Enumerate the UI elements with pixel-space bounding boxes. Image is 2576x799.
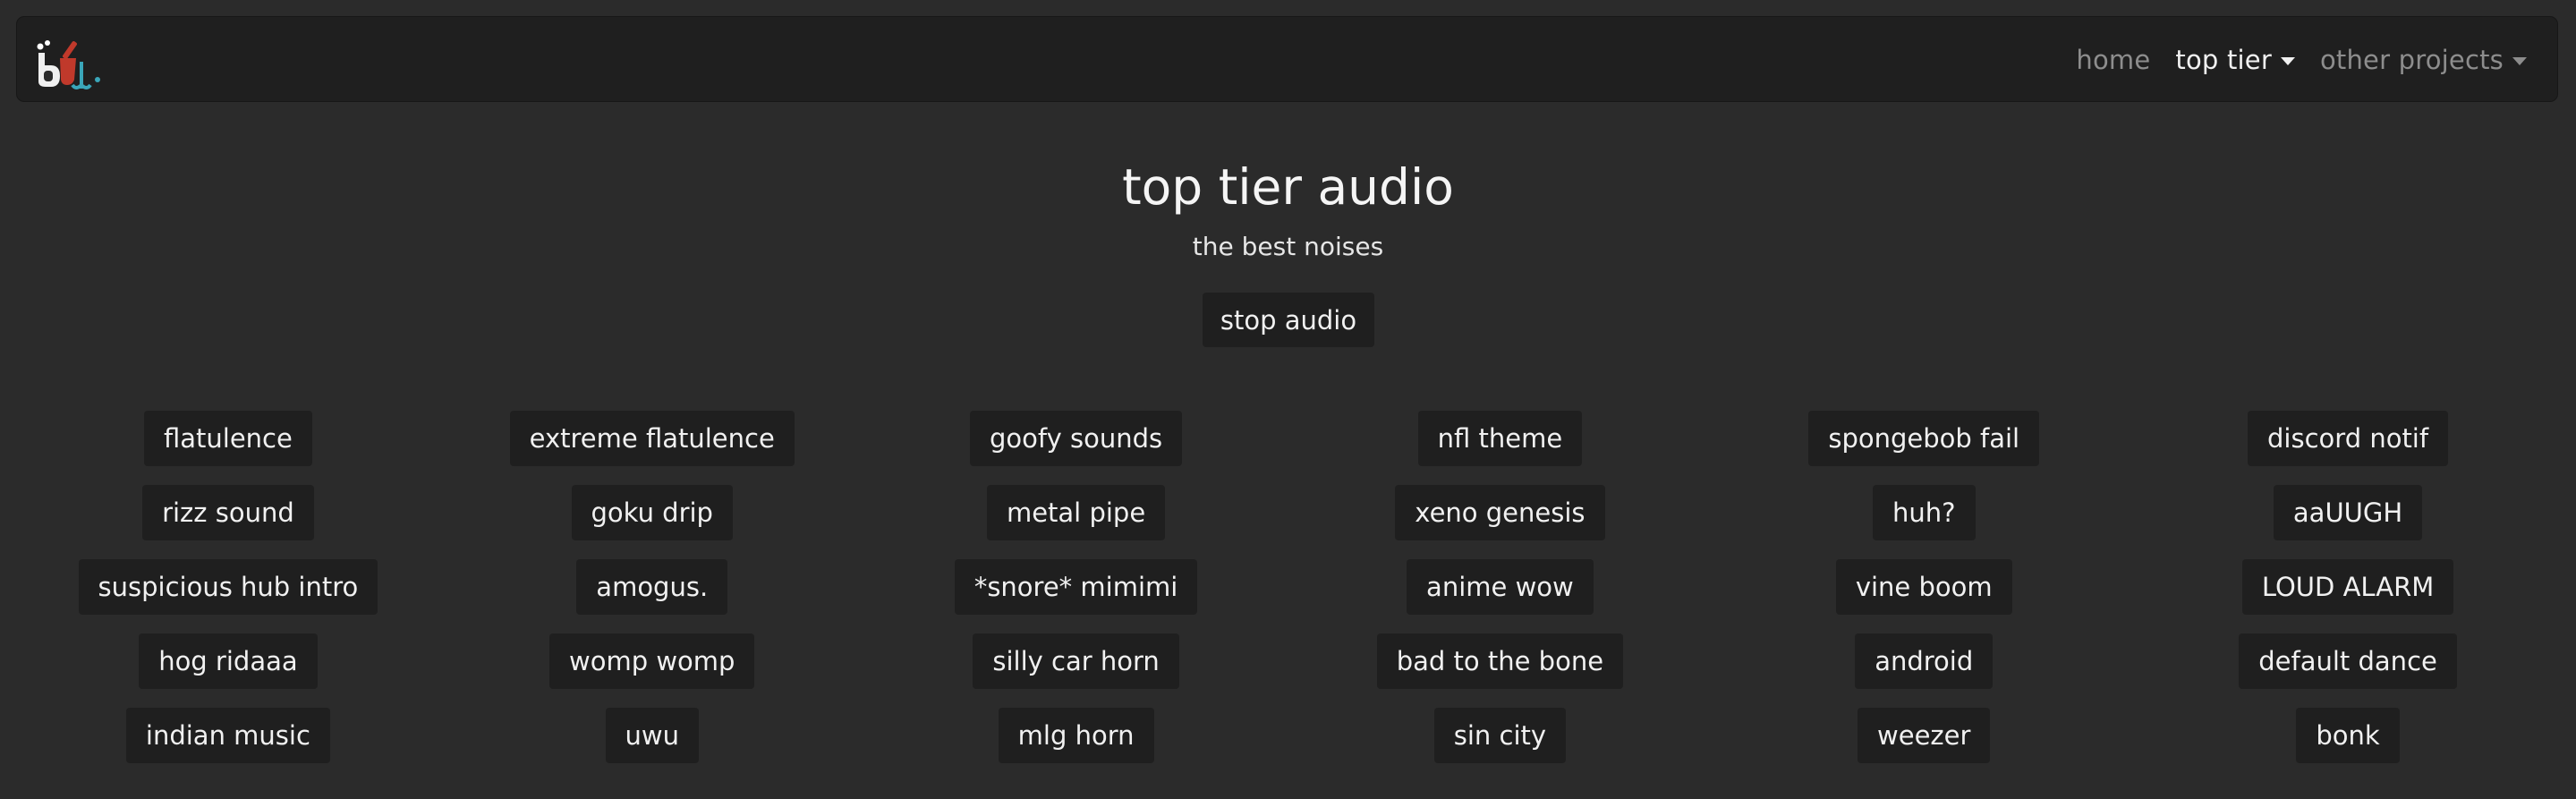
sound-button[interactable]: *snore* mimimi [954, 559, 1198, 615]
sound-button[interactable]: goku drip [571, 485, 733, 540]
sound-row: suspicious hub intro amogus. *snore* mim… [16, 559, 2560, 633]
sound-row: flatulence extreme flatulence goofy soun… [16, 411, 2560, 485]
sound-button[interactable]: xeno genesis [1395, 485, 1605, 540]
page-subtitle: the best noises [1192, 232, 1384, 261]
sound-grid: flatulence extreme flatulence goofy soun… [16, 411, 2560, 782]
nav-links: home top tier other projects [2076, 17, 2527, 103]
sound-button[interactable]: vine boom [1835, 559, 2012, 615]
sound-button[interactable]: uwu [605, 708, 699, 763]
page-title: top tier audio [1122, 158, 1454, 216]
sound-button[interactable]: spongebob fail [1808, 411, 2040, 466]
nav-home-label: home [2076, 45, 2151, 75]
sound-button[interactable]: metal pipe [986, 485, 1166, 540]
navbar: home top tier other projects [16, 16, 2558, 102]
sound-button[interactable]: silly car horn [973, 633, 1179, 689]
caret-down-icon [2280, 56, 2295, 65]
sound-button[interactable]: flatulence [143, 411, 312, 466]
sound-button[interactable]: hog ridaaa [139, 633, 318, 689]
sound-button[interactable]: womp womp [549, 633, 755, 689]
sound-button[interactable]: discord notif [2248, 411, 2449, 466]
nav-home[interactable]: home [2076, 45, 2150, 75]
sound-button[interactable]: amogus. [576, 559, 728, 615]
sound-button[interactable]: huh? [1872, 485, 1976, 540]
stop-audio-button[interactable]: stop audio [1203, 293, 1374, 347]
sound-button[interactable]: bad to the bone [1376, 633, 1624, 689]
nav-top-tier-dropdown[interactable]: top tier [2175, 45, 2295, 75]
nav-other-projects-dropdown[interactable]: other projects [2320, 45, 2527, 75]
sound-row: indian music uwu mlg horn sin city weeze… [16, 708, 2560, 782]
sound-row: rizz sound goku drip metal pipe xeno gen… [16, 485, 2560, 559]
sound-button[interactable]: anime wow [1407, 559, 1594, 615]
sound-button[interactable]: rizz sound [142, 485, 314, 540]
nav-top-tier-label: top tier [2175, 45, 2272, 75]
sound-button[interactable]: default dance [2239, 633, 2457, 689]
sound-button[interactable]: LOUD ALARM [2241, 559, 2454, 615]
logo[interactable] [33, 35, 119, 94]
sound-button[interactable]: sin city [1433, 708, 1567, 763]
sound-button[interactable]: weezer [1858, 708, 1991, 763]
nav-other-projects-label: other projects [2319, 45, 2504, 75]
sound-button[interactable]: extreme flatulence [509, 411, 795, 466]
sound-button[interactable]: indian music [125, 708, 330, 763]
sound-button[interactable]: mlg horn [998, 708, 1154, 763]
sound-button[interactable]: suspicious hub intro [78, 559, 378, 615]
caret-down-icon [2512, 56, 2527, 65]
sound-button[interactable]: android [1855, 633, 1994, 689]
sound-row: hog ridaaa womp womp silly car horn bad … [16, 633, 2560, 708]
sound-button[interactable]: aaUUGH [2273, 485, 2423, 540]
sound-button[interactable]: goofy sounds [970, 411, 1183, 466]
sound-button[interactable]: nfl theme [1417, 411, 1583, 466]
sound-button[interactable]: bonk [2296, 708, 2400, 763]
